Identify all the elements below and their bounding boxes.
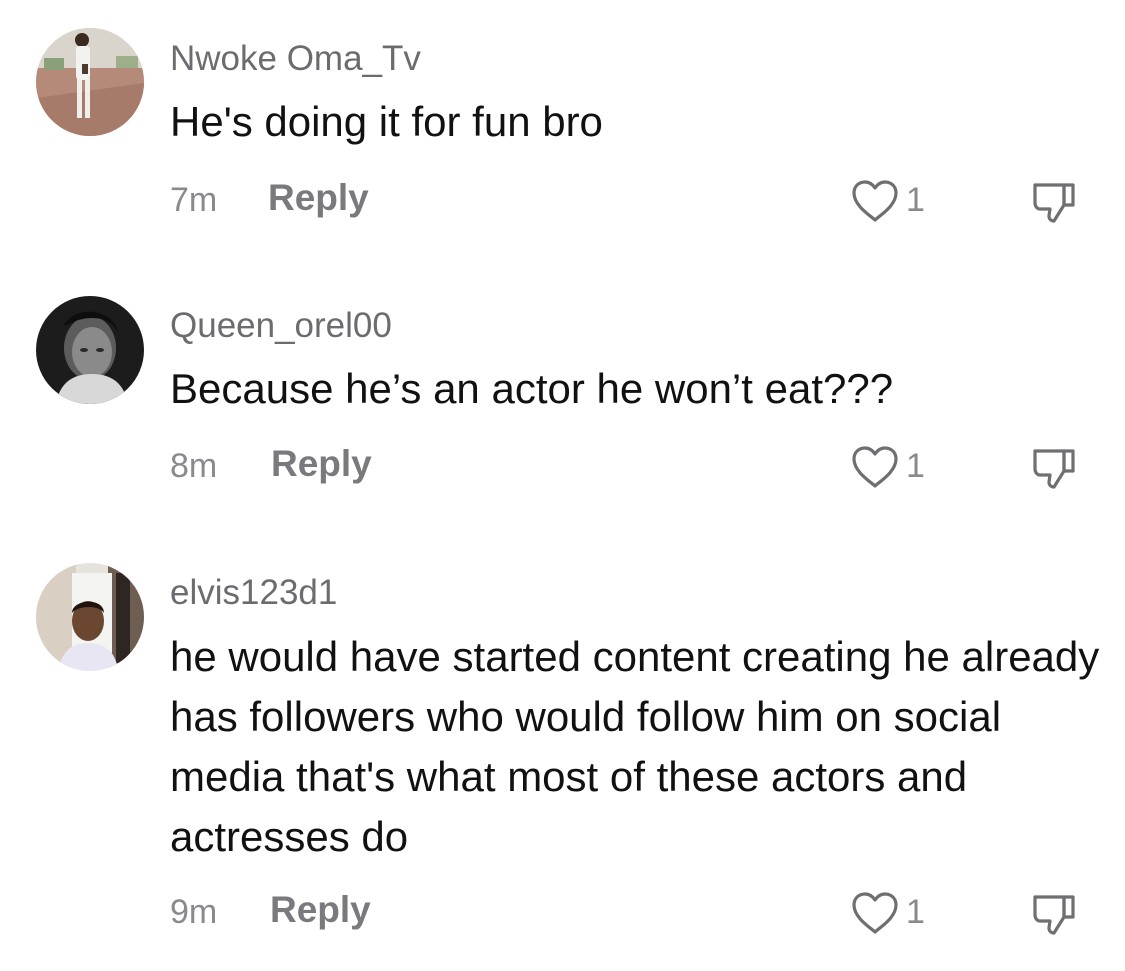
like-count: 1 [906, 447, 925, 485]
comment-timestamp: 8m [170, 447, 218, 485]
comment-timestamp: 9m [170, 893, 218, 931]
thumbs-down-icon [1033, 895, 1075, 935]
comment-text: Because he’s an actor he won’t eat??? [170, 365, 894, 412]
reply-button[interactable]: Reply [270, 889, 371, 931]
avatar[interactable] [36, 28, 144, 136]
comment-actions: 9m Reply 1 [0, 889, 1125, 939]
comment-username[interactable]: elvis123d1 [170, 573, 337, 613]
comment-actions: 7m Reply 1 [0, 177, 1125, 227]
avatar-photo [36, 563, 144, 671]
reply-button[interactable]: Reply [271, 443, 372, 485]
avatar[interactable] [36, 296, 144, 404]
reply-button[interactable]: Reply [268, 177, 369, 219]
comment-actions: 8m Reply 1 [0, 443, 1125, 493]
avatar-photo [36, 28, 144, 136]
comment-text: He's doing it for fun bro [170, 98, 603, 145]
avatar[interactable] [36, 563, 144, 671]
thumbs-down-icon [1033, 183, 1075, 223]
comment-username[interactable]: Queen_orel00 [170, 306, 392, 346]
comment-text: he would have started content creating h… [170, 633, 1100, 860]
dislike-button[interactable] [1030, 891, 1078, 939]
heart-icon [852, 180, 898, 222]
thumbs-down-icon [1033, 449, 1075, 489]
dislike-button[interactable] [1030, 445, 1078, 493]
dislike-button[interactable] [1030, 179, 1078, 227]
heart-icon [852, 446, 898, 488]
comment-username[interactable]: Nwoke Oma_Tv [170, 39, 421, 79]
like-count: 1 [906, 181, 925, 219]
heart-icon [852, 892, 898, 934]
comment-timestamp: 7m [170, 181, 218, 219]
like-count: 1 [906, 893, 925, 931]
avatar-photo [36, 296, 144, 404]
